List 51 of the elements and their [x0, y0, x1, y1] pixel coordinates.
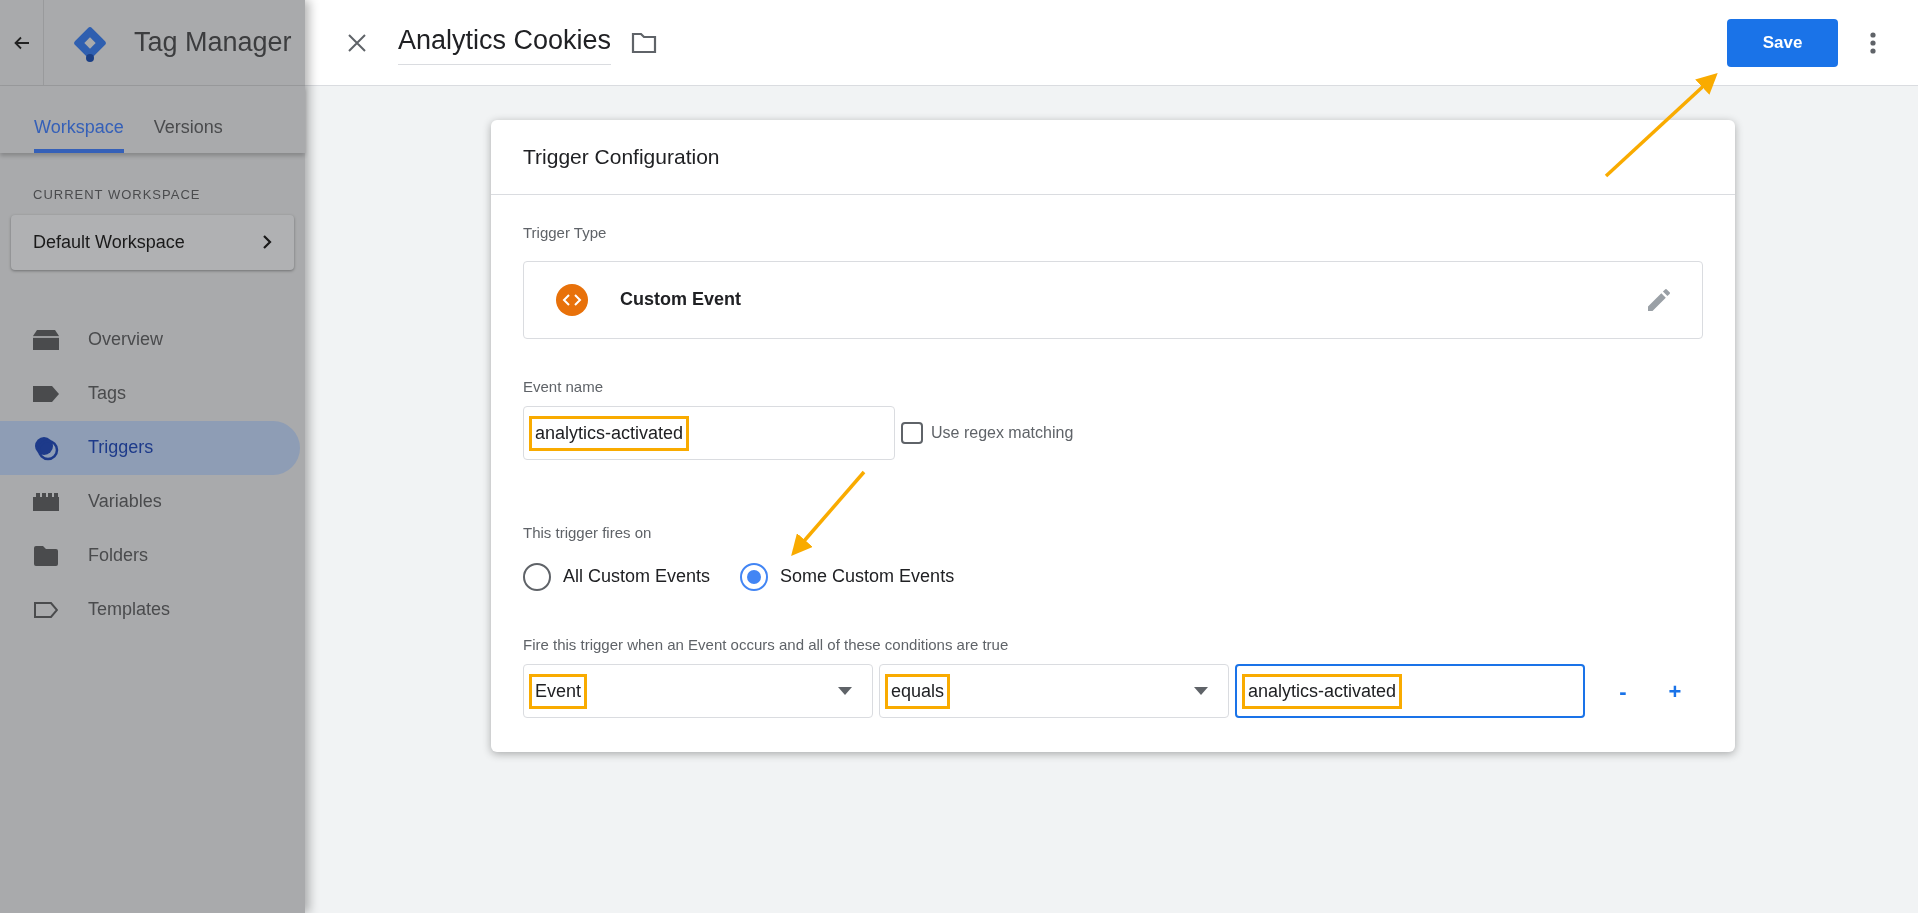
radio-button[interactable]	[740, 562, 769, 591]
card-title: Trigger Configuration	[523, 144, 720, 171]
remove-condition-button[interactable]: -	[1611, 674, 1635, 708]
chevron-right-icon	[262, 234, 272, 250]
dropdown-caret-icon	[838, 687, 852, 695]
tab[interactable]: Versions	[153, 105, 223, 153]
nav-item[interactable]: Folders	[0, 528, 300, 583]
blocks-icon	[33, 492, 59, 511]
save-button[interactable]: Save	[1727, 18, 1838, 67]
value-text: Event	[529, 673, 588, 709]
condition-value-field[interactable]: analytics-activated	[1235, 664, 1585, 718]
field-label: Fire this trigger when an Event occurs and all of these conditions are true	[523, 634, 1010, 655]
radio-label: Some Custom Events	[780, 565, 955, 588]
nav-item[interactable]: Templates	[0, 582, 300, 637]
field-label: This trigger fires on	[523, 523, 653, 543]
value-text: analytics-activated	[1242, 673, 1403, 709]
value-text: equals	[885, 673, 951, 709]
tab[interactable]: Workspace	[34, 105, 124, 153]
trigger-type-box[interactable]: Custom Event	[523, 260, 1703, 339]
checkbox-label: Use regex matching	[931, 423, 1074, 443]
dropdown-caret-icon	[1194, 687, 1208, 695]
nav-item[interactable]: Variables	[0, 474, 300, 529]
event-name-field[interactable]: analytics-activated	[523, 406, 895, 460]
tray-icon	[33, 329, 59, 350]
code-icon	[556, 283, 588, 316]
nav-item[interactable]: Triggers	[0, 420, 300, 475]
app-title: Tag Manager	[134, 26, 292, 60]
radio-label: All Custom Events	[563, 565, 711, 588]
condition-dropdown[interactable]: equals	[879, 664, 1229, 718]
regex-checkbox[interactable]	[901, 422, 923, 444]
radio-button[interactable]	[523, 562, 551, 591]
field-label: Trigger Type	[523, 223, 608, 243]
label-outline-icon	[34, 601, 58, 618]
section-label: CURRENT WORKSPACE	[33, 186, 202, 204]
close-icon[interactable]	[348, 33, 366, 52]
pencil-icon[interactable]	[1648, 288, 1670, 311]
condition-dropdown[interactable]: Event	[523, 664, 873, 718]
folder-icon[interactable]	[631, 31, 658, 54]
trigger-name-field[interactable]: Analytics Cookies	[398, 19, 612, 66]
value-text: analytics-activated	[529, 415, 690, 451]
trigger-icon	[33, 434, 59, 461]
workspace-selector[interactable]: Default Workspace	[11, 214, 294, 270]
add-condition-button[interactable]: +	[1663, 674, 1687, 708]
folder-icon	[34, 545, 58, 566]
field-label: Event name	[523, 376, 605, 397]
tag-icon	[33, 385, 59, 402]
trigger-type-name: Custom Event	[620, 288, 742, 311]
more-vertical-icon[interactable]	[1870, 31, 1876, 54]
back-arrow-icon[interactable]	[13, 34, 30, 51]
nav-item[interactable]: Overview	[0, 312, 300, 367]
nav-item[interactable]: Tags	[0, 366, 300, 421]
